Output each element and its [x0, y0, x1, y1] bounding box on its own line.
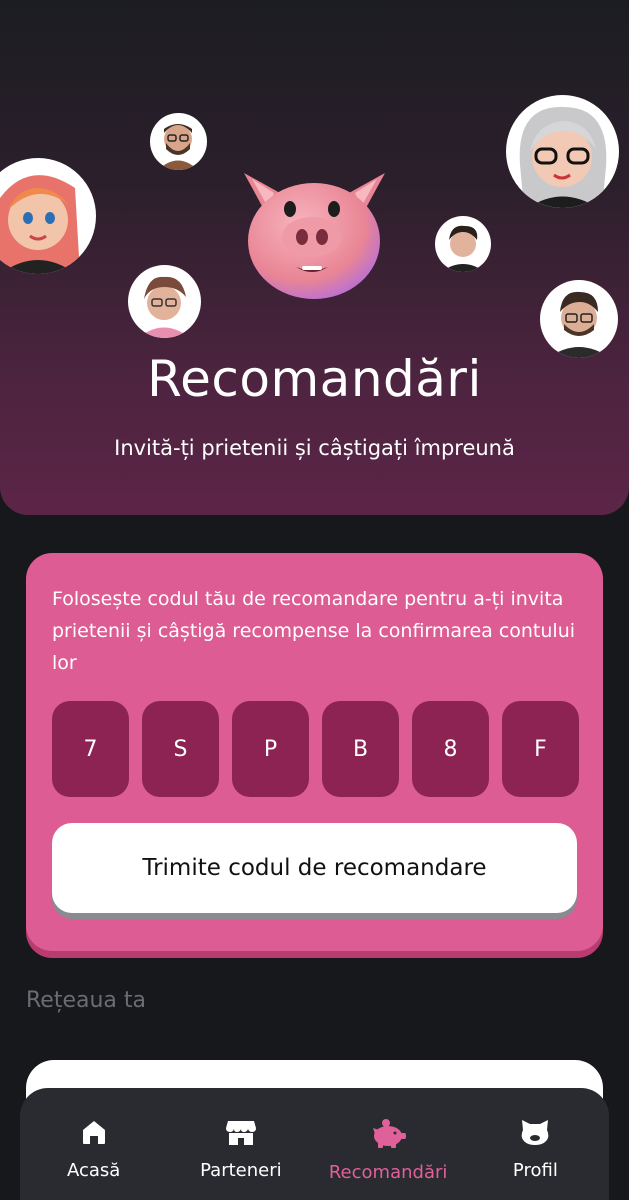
hero-banner: Recomandări Invită-ți prietenii și câști…	[0, 0, 629, 515]
store-icon	[225, 1118, 257, 1146]
referral-card: Folosește codul tău de recomandare pentr…	[26, 553, 603, 951]
tab-profile[interactable]: Profil	[462, 1088, 609, 1200]
referral-description: Folosește codul tău de recomandare pentr…	[52, 588, 576, 674]
send-referral-button[interactable]: Trimite codul de recomandare	[52, 823, 577, 913]
profile-icon	[519, 1118, 551, 1146]
tab-home[interactable]: Acasă	[20, 1088, 167, 1200]
code-char: P	[232, 701, 309, 797]
piggy-mascot	[238, 165, 391, 300]
tab-label: Parteneri	[200, 1160, 282, 1181]
bottom-tab-bar: Acasă Parteneri Recomandări Profil	[20, 1088, 609, 1200]
code-char: F	[502, 701, 579, 797]
page-subtitle: Invită-ți prietenii și câștigați împreun…	[114, 436, 515, 460]
network-section-title: Rețeaua ta	[26, 988, 147, 1013]
avatar-curly-haired-man	[128, 265, 201, 338]
referral-code: 7 S P B 8 F	[52, 701, 579, 797]
home-icon	[80, 1118, 108, 1146]
avatar-gray-haired-woman	[506, 95, 619, 208]
avatar-red-haired-woman	[0, 158, 96, 274]
code-char: B	[322, 701, 399, 797]
code-char: 8	[412, 701, 489, 797]
avatar-man-glasses	[540, 280, 618, 358]
tab-label: Acasă	[66, 1160, 121, 1181]
avatar-young-man	[435, 216, 491, 272]
avatar-bearded-man	[150, 113, 207, 170]
code-char: S	[142, 701, 219, 797]
tab-referrals[interactable]: Recomandări	[315, 1088, 462, 1200]
piggy-icon	[369, 1118, 407, 1148]
page-title: Recomandări	[147, 350, 482, 408]
tab-partners[interactable]: Parteneri	[167, 1088, 314, 1200]
tab-label: Profil	[512, 1160, 558, 1181]
tab-label: Recomandări	[328, 1162, 448, 1183]
code-char: 7	[52, 701, 129, 797]
